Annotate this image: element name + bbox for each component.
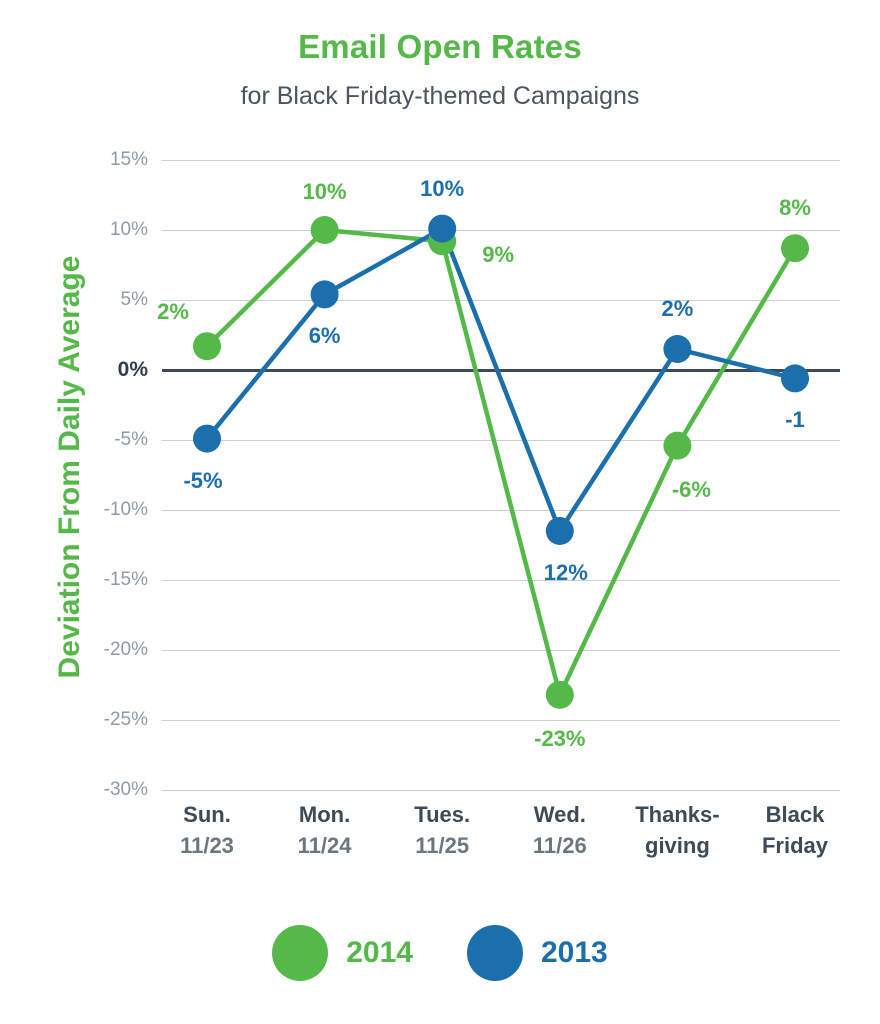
point-value-label: 2% — [661, 296, 694, 321]
data-point[interactable] — [663, 431, 692, 460]
x-axis-labels: Sun. 11/23 Mon. 11/24 Tues. 11/25 Wed. 11/26 Tha… — [162, 800, 840, 890]
page-title: Email Open Rates — [298, 28, 582, 65]
chart-page: Email Open Rates for Black Friday-themed… — [0, 0, 880, 1024]
gridline — [162, 790, 840, 791]
data-point[interactable] — [663, 335, 692, 363]
data-point[interactable] — [781, 364, 809, 393]
y-tick-label: -15% — [103, 569, 148, 590]
point-value-label: -1 — [785, 407, 805, 433]
plot-area: 2% 10% 9% -23% -6% 8% -5% 6% 10% 12% 2% -1 — [157, 160, 840, 791]
point-value-label: 2% — [157, 299, 189, 325]
point-value-label: 8% — [779, 195, 811, 221]
point-value-label: 10% — [302, 179, 347, 204]
data-point[interactable] — [781, 234, 809, 263]
page-subtitle: for Black Friday-themed Campaigns — [240, 82, 640, 110]
y-tick-label: 5% — [120, 289, 148, 310]
chart-legend: 2014 2013 — [0, 925, 880, 981]
x-axis-category-line1: Black — [765, 802, 825, 827]
point-value-label: 10% — [420, 175, 465, 201]
point-value-label: 12% — [543, 560, 588, 585]
legend-item[interactable]: 2013 — [467, 925, 608, 981]
data-point[interactable] — [545, 680, 574, 709]
point-value-label: 9% — [482, 242, 515, 268]
point-value-label: -5% — [183, 467, 223, 493]
point-value-label: -6% — [671, 476, 711, 502]
data-point[interactable] — [193, 424, 221, 453]
x-axis-category-line2: Friday — [761, 833, 829, 858]
y-tick-label: -10% — [103, 499, 148, 520]
data-point[interactable] — [310, 216, 339, 244]
series-line-2014 — [204, 227, 798, 698]
y-tick-label: 10% — [109, 219, 148, 240]
y-tick-label: -20% — [103, 639, 148, 660]
point-value-label: 6% — [308, 323, 341, 349]
data-point[interactable] — [545, 517, 574, 545]
x-axis-category: Black Friday — [715, 800, 875, 862]
data-point[interactable] — [310, 280, 339, 309]
y-tick-label: 15% — [109, 149, 148, 170]
y-tick-label: -30% — [103, 779, 148, 800]
y-tick-label: -5% — [114, 429, 148, 450]
point-value-label: -23% — [534, 725, 586, 751]
circle-swatch-icon — [467, 925, 523, 981]
data-point[interactable] — [428, 214, 457, 243]
legend-item-label: 2013 — [541, 936, 608, 969]
y-tick-label: 0% — [117, 358, 148, 381]
y-tick-label: -25% — [103, 709, 148, 730]
circle-swatch-icon — [272, 925, 329, 981]
legend-item-label: 2014 — [346, 936, 413, 969]
legend-item[interactable]: 2014 — [272, 925, 413, 981]
data-point[interactable] — [193, 332, 221, 361]
